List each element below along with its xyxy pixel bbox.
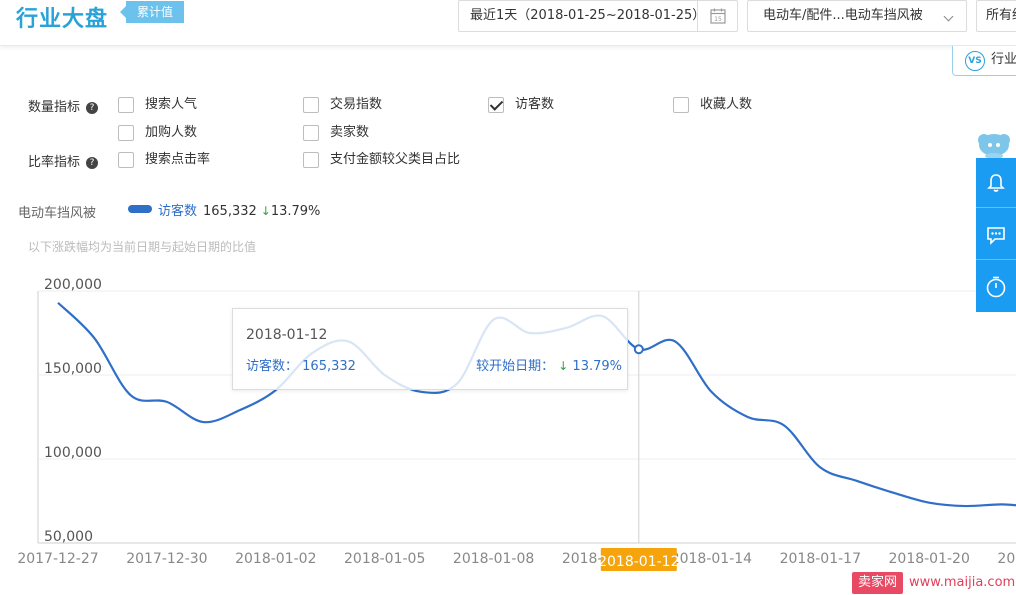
x-tick-label: 2018-01-05 [344,551,425,567]
tooltip-metric: 访客数： 165,332 [246,355,356,374]
chart-tooltip: 2018-01-12 访客数： 165,332 较开始日期： ↓ 13.79% [232,308,628,390]
industry-compare-button[interactable]: VS 行业 [952,46,1016,76]
chart-legend[interactable]: 访客数 165,332 ↓13.79% [128,202,320,220]
checkbox-label: 搜索人气 [145,97,198,112]
tooltip-metric-label: 访客数： [246,359,299,374]
y-tick-label: 50,000 [44,529,93,545]
change-note: 以下涨跌幅均为当前日期与起始日期的比值 [28,240,257,254]
category-select[interactable]: 电动车/配件...电动车挡风被 [747,0,967,32]
highlight-point [633,344,644,355]
checkbox-box[interactable] [118,97,134,113]
cumulative-badge[interactable]: 累计值 [120,1,184,23]
bell-icon [987,173,1005,192]
chevron-down-icon [943,11,954,22]
tooltip-change: 较开始日期： ↓ 13.79% [476,355,622,374]
category-name: 电动车挡风被 [18,206,97,221]
quantity-metrics-label: 数量指标? [28,96,99,115]
checkbox-label: 卖家数 [330,125,370,140]
x-tick-label: 2018-01-02 [235,551,316,567]
tooltip-metric-value: 165,332 [302,359,356,374]
top-header: 行业大盘 累计值 最近1天（2018-01-25~2018-01-25） 15 … [0,0,1016,46]
x-tick-label: 2018-01-14 [671,551,752,567]
timer-icon [986,276,1006,298]
arrow-down-icon: ↓ [260,204,271,218]
legend-change: ↓13.79% [261,204,321,219]
x-tick-label: 2017-12-27 [17,551,98,567]
checkbox-box[interactable] [673,97,689,113]
notification-button[interactable] [976,158,1016,208]
checkbox-label: 支付金额较父类目占比 [330,152,461,167]
x-tick-label: 2017-12-30 [126,551,207,567]
legend-series-name: 访客数 [158,204,198,219]
industry-compare-label: 行业 [991,52,1016,67]
tooltip-date: 2018-01-12 [246,327,328,343]
checkbox-label: 交易指数 [330,97,383,112]
page-title: 行业大盘 [16,7,109,32]
legend-change-value: 13.79% [270,204,321,219]
arrow-down-icon: ↓ [558,359,569,373]
highlight-date-label: 2018-01-12 [598,554,679,570]
help-icon[interactable]: ? [86,102,99,114]
checkbox-box[interactable] [118,125,134,141]
watermark: 卖家网 www.maijia.com [852,572,1015,594]
checkbox-box[interactable] [303,125,319,141]
checkbox-visitors[interactable]: 访客数 [488,96,554,114]
y-tick-label: 100,000 [44,445,102,461]
checkbox-label: 收藏人数 [700,97,753,112]
timer-button[interactable] [976,262,1016,312]
checkbox-box[interactable] [488,97,504,113]
checkbox-search-popularity[interactable]: 搜索人气 [118,96,197,114]
mascot-icon[interactable] [976,130,1012,160]
vs-icon: VS [965,51,985,71]
x-tick-label: 2018-01-23 [997,551,1016,567]
watermark-logo: 卖家网 [852,572,904,594]
svg-text:15: 15 [714,16,722,23]
checkbox-box[interactable] [118,152,134,168]
tooltip-change-label: 较开始日期： [476,359,555,374]
checkbox-add-to-cart[interactable]: 加购人数 [118,124,197,142]
chat-icon [987,226,1005,245]
checkbox-search-ctr[interactable]: 搜索点击率 [118,151,210,169]
series-color-swatch [128,205,152,213]
checkbox-favorites[interactable]: 收藏人数 [673,96,752,114]
rate-metrics-text: 比率指标 [28,155,81,170]
y-tick-label: 200,000 [44,277,102,293]
rate-metrics-label: 比率指标? [28,151,99,170]
category-select-value: 电动车/配件...电动车挡风被 [763,8,923,23]
watermark-url: www.maijia.com [909,575,1016,590]
x-tick-label: 2018-01-17 [780,551,861,567]
checkbox-payment-share[interactable]: 支付金额较父类目占比 [303,151,460,169]
date-range-picker[interactable]: 最近1天（2018-01-25~2018-01-25） 15 [458,0,738,32]
side-toolbar [976,158,1016,312]
checkbox-label: 加购人数 [145,125,198,140]
checkbox-trade-index[interactable]: 交易指数 [303,96,382,114]
x-tick-label: 2018-01-20 [889,551,970,567]
checkbox-label: 搜索点击率 [145,152,211,167]
help-icon[interactable]: ? [86,157,99,169]
calendar-icon[interactable]: 15 [697,1,737,31]
checkbox-box[interactable] [303,152,319,168]
legend-value: 165,332 [203,204,257,219]
terminal-select[interactable]: 所有终端 [976,0,1016,32]
tooltip-change-value: 13.79% [572,359,622,374]
y-tick-label: 150,000 [44,361,102,377]
quantity-metrics-text: 数量指标 [28,100,81,115]
x-tick-label: 2018-01-08 [453,551,534,567]
date-range-text: 最近1天（2018-01-25~2018-01-25） [470,8,706,23]
checkbox-label: 访客数 [515,97,555,112]
checkbox-sellers[interactable]: 卖家数 [303,124,369,142]
chat-button[interactable] [976,210,1016,260]
checkbox-box[interactable] [303,97,319,113]
